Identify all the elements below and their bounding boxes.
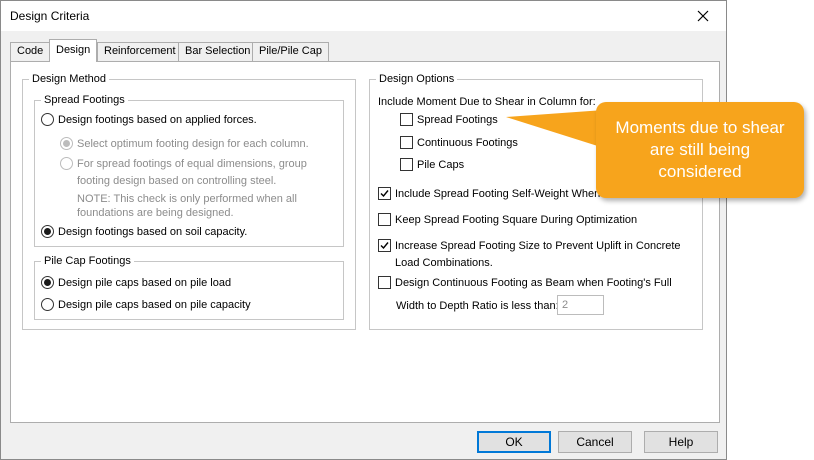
- equal-dims-radio: [60, 157, 73, 170]
- spread-footings-group: Spread Footings Design footings based on…: [34, 94, 344, 247]
- spread-footings-legend: Spread Footings: [41, 94, 128, 107]
- moment-pile-caps-option[interactable]: Pile Caps: [400, 158, 464, 171]
- self-weight-option[interactable]: Include Spread Footing Self-Weight When …: [378, 187, 617, 200]
- moment-spread-footings-option[interactable]: Spread Footings: [400, 113, 498, 126]
- note-line2: foundations are being designed.: [77, 207, 234, 219]
- continuous-beam-label: Design Continuous Footing as Beam when F…: [395, 276, 672, 289]
- moment-continuous-footings-checkbox[interactable]: [400, 136, 413, 149]
- tab-reinforcement[interactable]: Reinforcement: [97, 42, 183, 61]
- increase-size-label-line1: Increase Spread Footing Size to Prevent …: [395, 239, 681, 252]
- pile-capacity-radio[interactable]: [41, 298, 54, 311]
- pile-capacity-option[interactable]: Design pile caps based on pile capacity: [41, 298, 251, 311]
- applied-forces-radio[interactable]: [41, 113, 54, 126]
- ok-button[interactable]: OK: [477, 431, 551, 453]
- title-bar: Design Criteria: [1, 1, 726, 31]
- self-weight-checkbox[interactable]: [378, 187, 391, 200]
- applied-forces-option[interactable]: Design footings based on applied forces.: [41, 113, 257, 126]
- pile-load-label: Design pile caps based on pile load: [58, 276, 232, 289]
- equal-dims-label-line1: For spread footings of equal dimensions,…: [77, 157, 307, 170]
- tab-code[interactable]: Code: [10, 42, 51, 61]
- help-button[interactable]: Help: [644, 431, 718, 453]
- design-method-legend: Design Method: [29, 73, 109, 86]
- optimum-option: Select optimum footing design for each c…: [60, 137, 309, 150]
- soil-capacity-label: Design footings based on soil capacity.: [58, 225, 248, 238]
- note-line1: NOTE: This check is only performed when …: [77, 193, 297, 205]
- width-depth-label: Width to Depth Ratio is less than:: [396, 300, 559, 312]
- soil-capacity-option[interactable]: Design footings based on soil capacity.: [41, 225, 247, 238]
- equal-dims-label-line2: footing design based on controlling stee…: [77, 175, 277, 187]
- close-button[interactable]: [680, 1, 726, 31]
- tab-pile-pile-cap[interactable]: Pile/Pile Cap: [252, 42, 329, 61]
- checkmark-icon: [380, 190, 389, 198]
- equal-dims-option: For spread footings of equal dimensions,…: [60, 157, 307, 170]
- applied-forces-label: Design footings based on applied forces.: [58, 113, 257, 126]
- increase-size-option[interactable]: Increase Spread Footing Size to Prevent …: [378, 239, 681, 252]
- increase-size-checkbox[interactable]: [378, 239, 391, 252]
- window-title: Design Criteria: [10, 9, 90, 23]
- continuous-beam-option[interactable]: Design Continuous Footing as Beam when F…: [378, 276, 672, 289]
- pile-capacity-label: Design pile caps based on pile capacity: [58, 298, 251, 311]
- pile-load-option[interactable]: Design pile caps based on pile load: [41, 276, 231, 289]
- pile-cap-footings-group: Pile Cap Footings Design pile caps based…: [34, 255, 344, 320]
- close-icon[interactable]: [697, 10, 709, 22]
- keep-square-option[interactable]: Keep Spread Footing Square During Optimi…: [378, 213, 637, 226]
- design-method-group: Design Method Spread Footings Design foo…: [22, 73, 356, 330]
- pile-cap-footings-legend: Pile Cap Footings: [41, 255, 134, 268]
- design-criteria-dialog: Design Criteria Code Design Reinforcemen…: [0, 0, 727, 460]
- design-options-legend: Design Options: [376, 73, 458, 86]
- increase-size-label-line2: Load Combinations.: [395, 257, 493, 269]
- callout-text: Moments due to shear are still being con…: [615, 118, 785, 181]
- callout-pointer: [506, 110, 604, 148]
- moment-spread-footings-label: Spread Footings: [417, 113, 498, 126]
- tab-bar-selection[interactable]: Bar Selection: [178, 42, 258, 61]
- callout-note: Moments due to shear are still being con…: [596, 102, 804, 198]
- optimum-label: Select optimum footing design for each c…: [77, 137, 309, 150]
- self-weight-label: Include Spread Footing Self-Weight When …: [395, 187, 618, 200]
- moment-pile-caps-label: Pile Caps: [417, 158, 465, 171]
- width-depth-input[interactable]: 2: [557, 295, 604, 315]
- keep-square-label: Keep Spread Footing Square During Optimi…: [395, 213, 638, 226]
- continuous-beam-checkbox[interactable]: [378, 276, 391, 289]
- moment-spread-footings-checkbox[interactable]: [400, 113, 413, 126]
- pile-load-radio[interactable]: [41, 276, 54, 289]
- cancel-button[interactable]: Cancel: [558, 431, 632, 453]
- keep-square-checkbox[interactable]: [378, 213, 391, 226]
- optimum-radio: [60, 137, 73, 150]
- checkmark-icon: [380, 242, 389, 250]
- tab-design[interactable]: Design: [49, 39, 98, 62]
- moment-pile-caps-checkbox[interactable]: [400, 158, 413, 171]
- soil-capacity-radio[interactable]: [41, 225, 54, 238]
